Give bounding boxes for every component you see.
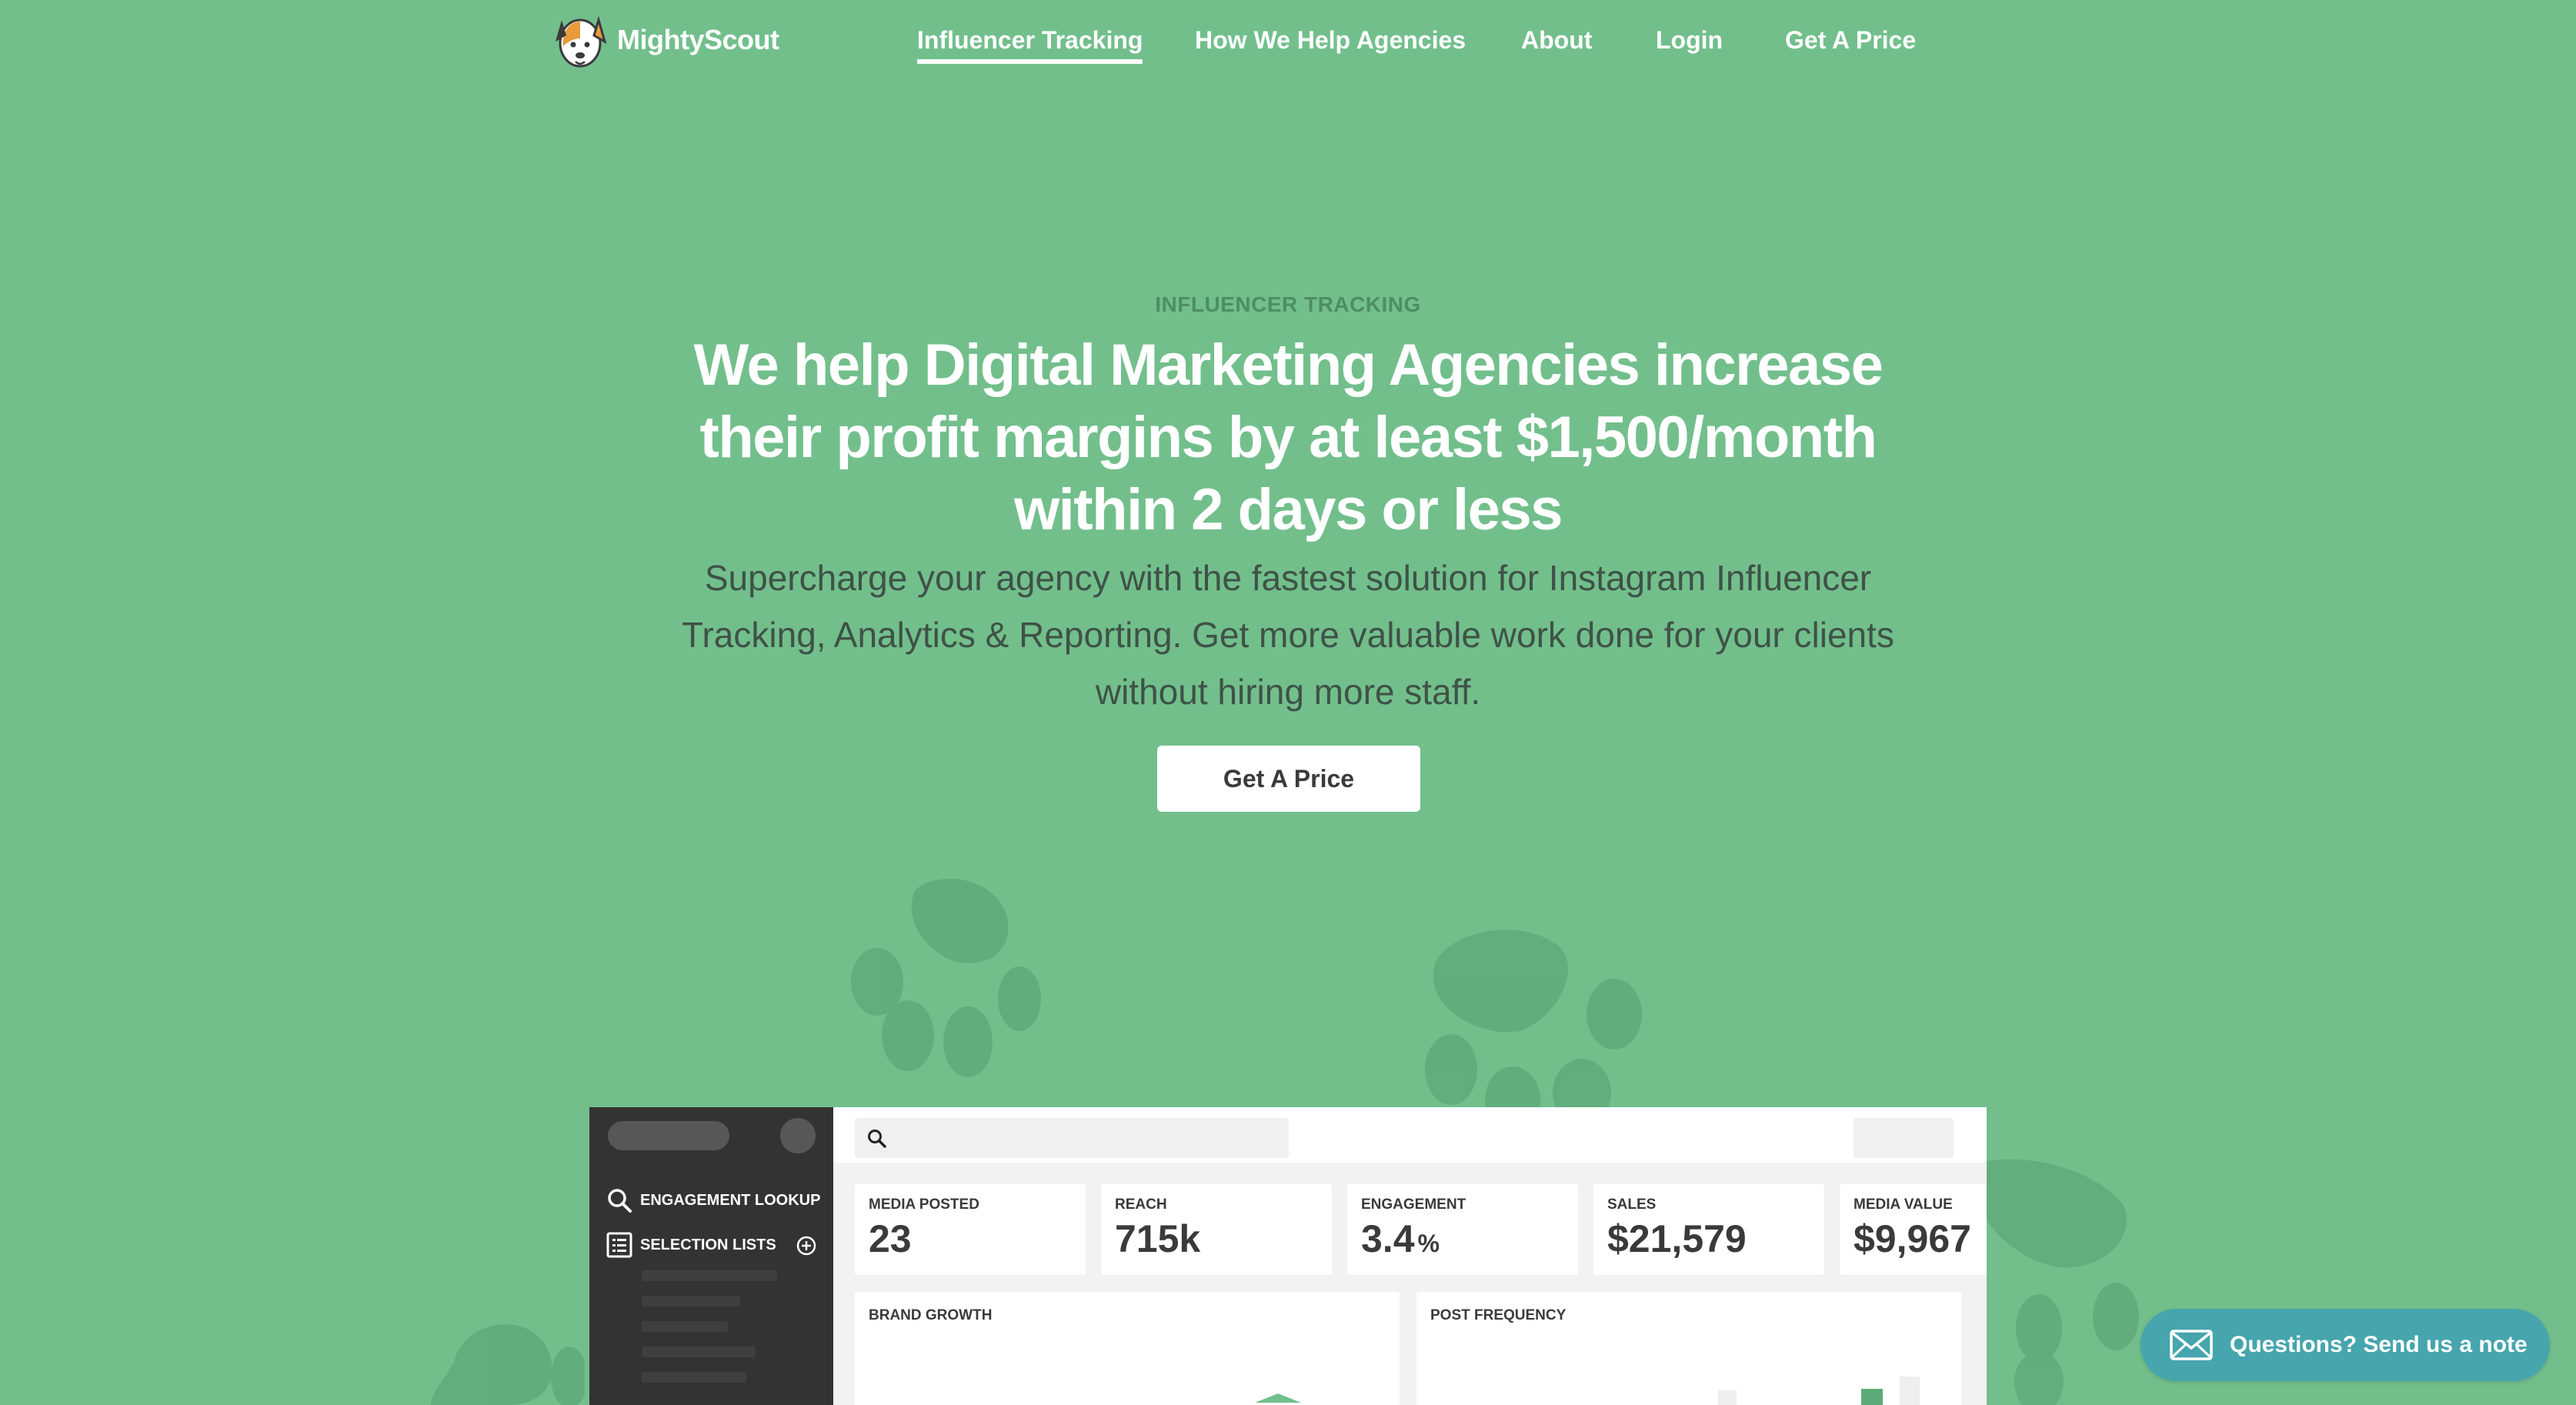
list-icon: [606, 1232, 632, 1258]
sidebar-item-selection-lists[interactable]: SELECTION LISTS: [606, 1232, 776, 1258]
paw-print-decoration: [1420, 916, 1651, 1116]
dashboard-main: MEDIA POSTED 23 REACH 715k ENGAGEMENT 3.…: [833, 1107, 1987, 1405]
hero-headline: We help Digital Marketing Agencies incre…: [693, 332, 1884, 542]
chat-label: Questions? Send us a note: [2230, 1332, 2528, 1357]
stat-label: REACH: [1115, 1196, 1167, 1213]
stat-card-sales: SALES $21,579: [1593, 1184, 1824, 1275]
stat-value: 715k: [1115, 1217, 1201, 1260]
sidebar-placeholder-pill: [608, 1121, 729, 1150]
stat-value: $9,967: [1854, 1217, 1971, 1260]
search-icon: [608, 1189, 632, 1213]
sidebar-placeholder-line: [642, 1296, 740, 1307]
nav-login[interactable]: Login: [1656, 26, 1723, 55]
nav-how-we-help-agencies[interactable]: How We Help Agencies: [1195, 26, 1466, 55]
avatar: [780, 1118, 816, 1153]
stat-label: MEDIA POSTED: [869, 1196, 979, 1213]
stat-value: $21,579: [1607, 1217, 1747, 1260]
hero-subhead: Supercharge your agency with the fastest…: [682, 558, 1894, 712]
paw-print-decoration: [1970, 1151, 2139, 1405]
envelope-icon: [2170, 1330, 2213, 1360]
stat-label: MEDIA VALUE: [1854, 1196, 1953, 1213]
hero-eyebrow: INFLUENCER TRACKING: [1155, 292, 1421, 316]
sidebar-placeholder-line: [642, 1270, 777, 1281]
nav-about[interactable]: About: [1521, 26, 1592, 55]
top-nav: MightyScout Influencer Tracking How We H…: [0, 0, 2576, 85]
stat-card-media-value: MEDIA VALUE $9,967: [1840, 1184, 1987, 1275]
panel-label: BRAND GROWTH: [869, 1307, 993, 1323]
sidebar-placeholder-line: [642, 1347, 756, 1357]
panel-brand-growth: BRAND GROWTH: [855, 1292, 1400, 1405]
search-input[interactable]: [855, 1118, 1289, 1158]
bar: [1861, 1389, 1883, 1405]
stat-unit: %: [1417, 1230, 1440, 1257]
get-a-price-button[interactable]: Get A Price: [1157, 746, 1420, 812]
dashboard-preview: ENGAGEMENT LOOKUP SELECTION LISTS MEDIA …: [589, 1107, 1987, 1405]
stat-label: ENGAGEMENT: [1361, 1196, 1467, 1213]
stat-card-engagement: ENGAGEMENT 3.4%: [1347, 1184, 1578, 1275]
search-icon: [868, 1130, 886, 1148]
chart-peak-shape: [1255, 1393, 1301, 1403]
bar: [1900, 1377, 1920, 1405]
stat-label: SALES: [1607, 1196, 1657, 1213]
logo[interactable]: MightyScout: [548, 8, 779, 72]
stat-card-reach: REACH 715k: [1101, 1184, 1332, 1275]
panel-post-frequency: POST FREQUENCY: [1416, 1292, 1961, 1405]
sidebar-placeholder-line: [642, 1372, 746, 1383]
dashboard-topbar: [833, 1107, 1987, 1163]
stat-card-media-posted: MEDIA POSTED 23: [855, 1184, 1086, 1275]
paw-print-decoration: [431, 1316, 585, 1405]
plus-circle-icon[interactable]: [796, 1235, 817, 1256]
paw-print-decoration: [846, 866, 1051, 1082]
dog-face-icon: [556, 15, 607, 68]
sidebar-placeholder-line: [642, 1321, 728, 1332]
panel-label: POST FREQUENCY: [1430, 1307, 1567, 1323]
dashboard-sidebar: ENGAGEMENT LOOKUP SELECTION LISTS: [589, 1107, 833, 1405]
bar: [1718, 1390, 1737, 1405]
nav-influencer-tracking[interactable]: Influencer Tracking: [917, 26, 1143, 64]
sidebar-item-label: SELECTION LISTS: [640, 1236, 776, 1253]
stat-value: 23: [869, 1217, 912, 1260]
brand-name: MightyScout: [617, 24, 779, 55]
sidebar-item-engagement-lookup[interactable]: ENGAGEMENT LOOKUP: [606, 1187, 820, 1213]
contact-chat-button[interactable]: Questions? Send us a note: [2141, 1309, 2550, 1381]
nav-get-a-price[interactable]: Get A Price: [1785, 26, 1916, 55]
sidebar-item-label: ENGAGEMENT LOOKUP: [640, 1191, 821, 1209]
topbar-button[interactable]: [1854, 1118, 1954, 1158]
stat-value: 3.4%: [1361, 1217, 1440, 1260]
